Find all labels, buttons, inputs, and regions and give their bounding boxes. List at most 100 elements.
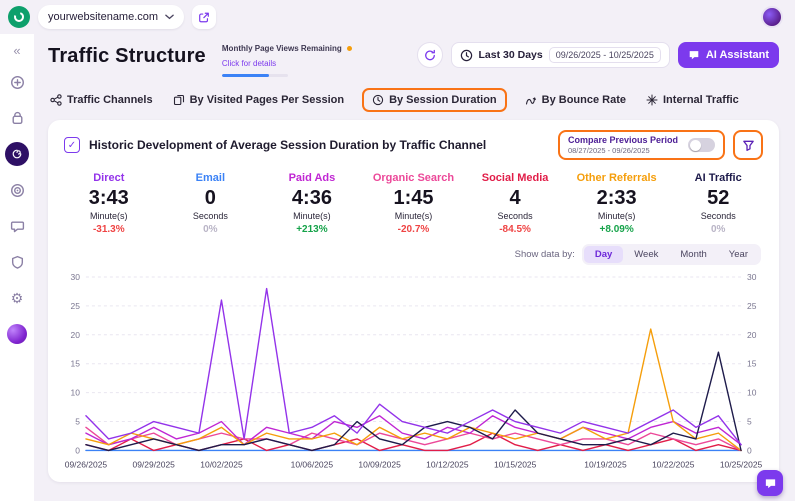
quota-indicator-dot <box>347 46 352 51</box>
tab-pages-per-session[interactable]: By Visited Pages Per Session <box>171 90 346 110</box>
shopping-bag-icon <box>10 111 25 126</box>
metric-change: -31.3% <box>58 224 160 235</box>
metric-value: 0 <box>160 187 262 210</box>
chart-area: 00551010151520202525303009/26/202509/29/… <box>58 269 769 474</box>
quota-details-link[interactable]: Click for details <box>222 59 276 68</box>
tab-label: Internal Traffic <box>663 94 739 106</box>
tab-label: Traffic Channels <box>67 94 153 106</box>
sidebar-item-feedback[interactable] <box>5 214 29 238</box>
metric-paid-ads[interactable]: Paid Ads 4:36 Minute(s) +213% <box>261 172 363 235</box>
target-icon <box>10 183 25 198</box>
refresh-button[interactable] <box>417 42 443 68</box>
metric-name: Social Media <box>464 172 566 184</box>
bounce-rate-icon <box>525 94 537 106</box>
metric-email[interactable]: Email 0 Seconds 0% <box>160 172 262 235</box>
avatar[interactable] <box>761 6 783 28</box>
tab-traffic-channels[interactable]: Traffic Channels <box>48 90 155 110</box>
quota-label: Monthly Page Views Remaining <box>222 44 342 53</box>
metric-name: Email <box>160 172 262 184</box>
metric-ai-traffic[interactable]: AI Traffic 52 Seconds 0% <box>667 172 769 235</box>
sidebar-item-upgrade[interactable] <box>5 322 29 346</box>
metric-organic-search[interactable]: Organic Search 1:45 Minute(s) -20.7% <box>363 172 465 235</box>
gear-icon: ⚙ <box>11 291 24 305</box>
traffic-swirl-icon <box>10 147 24 161</box>
compare-previous-period: Compare Previous Period 08/27/2025 - 09/… <box>558 130 725 160</box>
svg-text:10: 10 <box>747 388 757 398</box>
svg-text:10/15/2025: 10/15/2025 <box>494 459 537 469</box>
chat-fab[interactable] <box>757 470 783 496</box>
sidebar-item-orders[interactable] <box>5 106 29 130</box>
date-range-label: Last 30 Days <box>479 49 543 61</box>
metric-unit: Seconds <box>464 211 566 221</box>
checkbox-icon[interactable]: ✓ <box>64 137 80 153</box>
quota-progress-fill <box>222 74 270 77</box>
tab-session-duration[interactable]: By Session Duration <box>362 88 507 112</box>
open-site-button[interactable] <box>192 5 216 29</box>
sidebar-item-settings[interactable]: ⚙ <box>5 286 29 310</box>
svg-text:10/12/2025: 10/12/2025 <box>426 459 469 469</box>
svg-text:10/09/2025: 10/09/2025 <box>358 459 401 469</box>
date-range-picker[interactable]: Last 30 Days 09/26/2025 - 10/25/2025 <box>451 42 670 68</box>
shield-icon <box>10 255 25 270</box>
sidebar-item-traffic[interactable] <box>5 142 29 166</box>
compare-toggle[interactable] <box>688 138 715 152</box>
granularity-year[interactable]: Year <box>718 246 759 263</box>
metric-value: 3:43 <box>58 187 160 210</box>
external-link-icon <box>198 11 210 24</box>
show-data-by: Show data by: Day Week Month Year <box>66 244 761 265</box>
svg-text:15: 15 <box>71 359 81 369</box>
filter-button[interactable] <box>733 130 763 160</box>
metric-other-referrals[interactable]: Other Referrals 2:33 Minute(s) +8.09% <box>566 172 668 235</box>
svg-text:20: 20 <box>71 330 81 340</box>
session-duration-icon <box>372 94 384 106</box>
granularity-month[interactable]: Month <box>669 246 717 263</box>
metric-social-media[interactable]: Social Media 4 Seconds -84.5% <box>464 172 566 235</box>
svg-text:10/02/2025: 10/02/2025 <box>200 459 243 469</box>
sidebar-item-analytics[interactable] <box>5 70 29 94</box>
svg-text:5: 5 <box>75 417 80 427</box>
metric-name: Direct <box>58 172 160 184</box>
metric-unit: Minute(s) <box>566 211 668 221</box>
sidebar-item-security[interactable] <box>5 250 29 274</box>
quota-widget[interactable]: Monthly Page Views Remaining Click for d… <box>222 44 352 77</box>
metric-value: 4:36 <box>261 187 363 210</box>
metric-name: Organic Search <box>363 172 465 184</box>
site-name: yourwebsitename.com <box>48 11 158 23</box>
funnel-icon <box>742 139 755 152</box>
collapse-sidebar-icon[interactable]: « <box>5 42 29 58</box>
compare-range: 08/27/2025 - 09/26/2025 <box>568 146 678 155</box>
svg-text:15: 15 <box>747 359 757 369</box>
svg-text:10/06/2025: 10/06/2025 <box>291 459 334 469</box>
granularity-group: Day Week Month Year <box>582 244 761 265</box>
brand-logo-icon <box>13 11 25 23</box>
metric-change: +8.09% <box>566 224 668 235</box>
section-tabs: Traffic Channels By Visited Pages Per Se… <box>48 87 779 113</box>
sidebar-item-goals[interactable] <box>5 178 29 202</box>
svg-text:25: 25 <box>747 301 757 311</box>
granularity-week[interactable]: Week <box>623 246 669 263</box>
metric-unit: Minute(s) <box>58 211 160 221</box>
ai-assistant-button[interactable]: AI Assistant <box>678 42 779 68</box>
svg-text:10/19/2025: 10/19/2025 <box>584 459 627 469</box>
tab-bounce-rate[interactable]: By Bounce Rate <box>523 90 628 110</box>
metric-change: -20.7% <box>363 224 465 235</box>
metric-unit: Minute(s) <box>261 211 363 221</box>
session-chart[interactable]: 00551010151520202525303009/26/202509/29/… <box>60 269 767 474</box>
metric-change: -84.5% <box>464 224 566 235</box>
svg-text:30: 30 <box>71 272 81 282</box>
traffic-channels-icon <box>50 94 62 106</box>
site-selector[interactable]: yourwebsitename.com <box>38 5 184 29</box>
tab-internal-traffic[interactable]: Internal Traffic <box>644 90 741 110</box>
granularity-day[interactable]: Day <box>584 246 623 263</box>
metric-value: 4 <box>464 187 566 210</box>
metric-change: 0% <box>160 224 262 235</box>
compare-label: Compare Previous Period <box>568 135 678 145</box>
svg-text:10/22/2025: 10/22/2025 <box>652 459 695 469</box>
metric-change: +213% <box>261 224 363 235</box>
svg-text:09/29/2025: 09/29/2025 <box>133 459 176 469</box>
svg-text:10/25/2025: 10/25/2025 <box>720 459 763 469</box>
ai-assistant-label: AI Assistant <box>706 49 769 61</box>
metric-direct[interactable]: Direct 3:43 Minute(s) -31.3% <box>58 172 160 235</box>
metric-value: 2:33 <box>566 187 668 210</box>
show-data-by-label: Show data by: <box>515 249 575 260</box>
